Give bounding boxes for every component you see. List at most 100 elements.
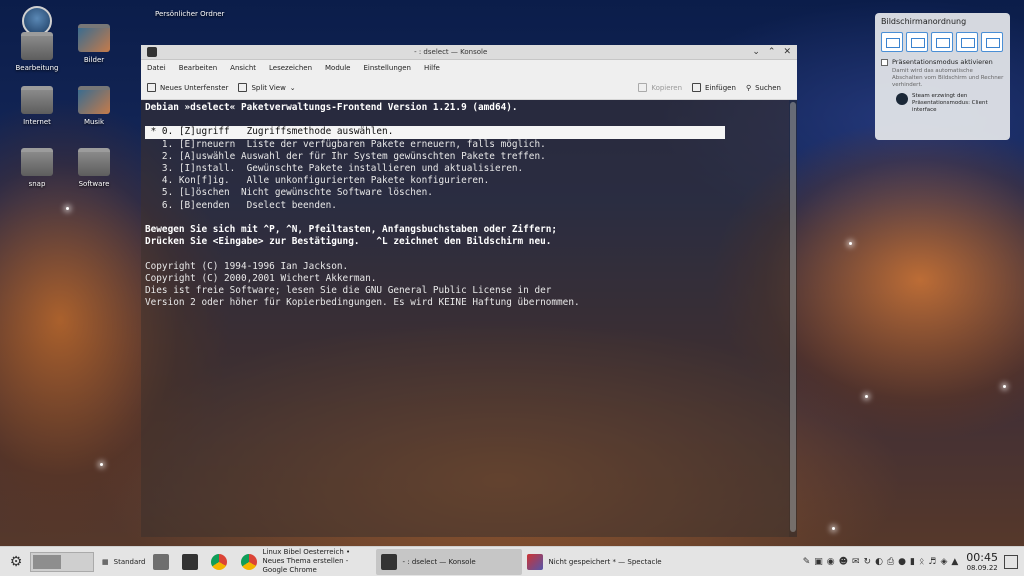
desktop-icon-label: Musik (83, 118, 105, 126)
menu-entry[interactable]: 2. [A]uswähle Auswahl der für Ihr System… (145, 151, 785, 163)
chrome-launcher[interactable] (207, 550, 236, 574)
virtual-desktop-pager[interactable] (30, 551, 94, 572)
new-tab-icon (147, 83, 156, 92)
menu-ansicht[interactable]: Ansicht (228, 64, 258, 72)
menu-bearbeiten[interactable]: Bearbeiten (177, 64, 219, 72)
presentation-mode-description: Damit wird das automatische Abschalten v… (892, 68, 1004, 88)
desktop-icon-bearbeitung[interactable]: Bearbeitung (7, 6, 67, 72)
terminal-output[interactable]: Debian »dselect« Paketverwaltungs-Fronte… (141, 100, 789, 537)
split-view-label: Split View (251, 83, 286, 92)
activity-switcher[interactable]: ▦ Standard (98, 550, 149, 574)
terminal-icon (182, 553, 199, 570)
desktop-icon-snap[interactable]: snap (7, 148, 67, 188)
help-line-1: Bewegen Sie sich mit ^P, ^N, Pfeiltasten… (145, 224, 558, 236)
copyright-line: Version 2 oder höher für Kopierbedingung… (145, 297, 580, 309)
menu-entry[interactable]: 5. [L]öschen Nicht gewünschte Software l… (145, 187, 785, 199)
application-launcher-icon[interactable]: ⚙ (6, 553, 26, 571)
tray-notifications-icon[interactable]: ● (898, 557, 906, 567)
taskbar: ⚙ ▦ Standard Linux Bibel Oesterreich • N… (0, 546, 1024, 576)
menu-hilfe[interactable]: Hilfe (422, 64, 442, 72)
menu-lesezeichen[interactable]: Lesezeichen (267, 64, 314, 72)
toolbar: Neues Unterfenster Split View ⌄ Kopieren… (141, 76, 797, 100)
terminal-header: Debian »dselect« Paketverwaltungs-Fronte… (145, 102, 518, 113)
help-line-2: Drücken Sie <Eingabe> zur Bestätigung. ^… (145, 236, 552, 248)
layout-option-icon[interactable] (881, 32, 903, 52)
desktop-icon-software[interactable]: Software (64, 148, 124, 188)
menu-entry[interactable]: 6. [B]eenden Dselect beenden. (145, 200, 785, 212)
star (1003, 385, 1006, 388)
tray-wifi-icon[interactable]: ◈ (940, 557, 947, 567)
paste-label: Einfügen (705, 83, 736, 92)
presentation-mode-label: Präsentationsmodus aktivieren (892, 58, 993, 66)
menu-einstellungen[interactable]: Einstellungen (361, 64, 412, 72)
paste-button[interactable]: Einfügen (692, 83, 736, 92)
task-konsole[interactable]: - : dselect — Konsole (376, 548, 523, 575)
tray-printer-icon[interactable]: ⎙ (887, 557, 894, 567)
menu-module[interactable]: Module (323, 64, 352, 72)
close-icon[interactable]: ✕ (783, 47, 791, 57)
menu-entry[interactable]: 4. Kon[f]ig. Alle unkonfigurierten Paket… (145, 175, 785, 187)
folder-icon (78, 148, 110, 176)
window-titlebar[interactable]: - : dselect — Konsole ⌄ ⌃ ✕ (141, 45, 797, 60)
copy-button[interactable]: Kopieren (638, 83, 682, 92)
menu-entry[interactable]: 1. [E]rneuern Liste der verfügbaren Pake… (145, 139, 785, 151)
star (865, 395, 868, 398)
desktop-icon-bilder[interactable]: Bilder (64, 24, 124, 64)
search-label: Suchen (755, 83, 781, 92)
konsole-window[interactable]: - : dselect — Konsole ⌄ ⌃ ✕ Datei Bearbe… (141, 45, 797, 537)
show-desktop-icon[interactable] (1004, 554, 1018, 569)
desktop-icon-label: Bilder (83, 56, 105, 64)
search-icon: ⚲ (745, 83, 752, 92)
tray-mail-icon[interactable]: ✉ (852, 557, 860, 567)
tray-updates-icon[interactable]: ↻ (864, 557, 872, 567)
desktop-icon-label: snap (28, 180, 46, 188)
layout-option-icon[interactable] (981, 32, 1003, 52)
layout-option-icon[interactable] (906, 32, 928, 52)
desktop-icon-internet[interactable]: Internet (7, 86, 67, 126)
window-title: - : dselect — Konsole (414, 48, 488, 56)
menubar: Datei Bearbeiten Ansicht Lesezeichen Mod… (141, 60, 797, 76)
menu-entry-selected[interactable]: * 0. [Z]ugriff Zugriffsmethode auswählen… (145, 126, 725, 139)
tray-battery-icon[interactable]: ▮ (910, 557, 915, 567)
tray-bluetooth-icon[interactable]: ᛟ (919, 557, 924, 567)
new-tab-label: Neues Unterfenster (160, 83, 229, 92)
tray-clipboard-icon[interactable]: ✎ (803, 557, 811, 567)
activity-icon: ▦ (102, 557, 109, 566)
chrome-icon (211, 553, 228, 570)
presentation-mode-row[interactable]: Präsentationsmodus aktivieren (881, 58, 1004, 66)
star (832, 527, 835, 530)
spectacle-icon (527, 553, 544, 570)
split-view-button[interactable]: Split View ⌄ (238, 83, 296, 92)
menu-entry[interactable]: 3. [I]nstall. Gewünschte Pakete installi… (145, 163, 785, 175)
maximize-icon[interactable]: ⌃ (768, 47, 776, 57)
task-spectacle[interactable]: Nicht gespeichert * — Spectacle (522, 549, 672, 575)
tray-display-icon[interactable]: ▣ (814, 557, 823, 567)
folder-music-icon (78, 86, 110, 114)
desktop-icon-musik[interactable]: Musik (64, 86, 124, 126)
minimize-icon[interactable]: ⌄ (752, 47, 760, 57)
activity-label: Standard (113, 557, 146, 566)
tray-volume-icon[interactable]: ♬ (928, 557, 936, 567)
copy-label: Kopieren (651, 83, 683, 92)
search-button[interactable]: ⚲ Suchen (746, 84, 781, 92)
steam-icon (896, 93, 908, 105)
tray-steam-icon[interactable]: ◉ (827, 557, 835, 567)
terminal-scrollbar[interactable] (789, 100, 797, 537)
digital-clock[interactable]: 00:45 08.09.22 (966, 551, 998, 572)
file-manager-launcher[interactable] (149, 550, 178, 574)
tray-expand-icon[interactable]: ▲ (951, 557, 958, 567)
folder-pictures-icon (78, 24, 110, 52)
tray-discord-icon[interactable]: ☻ (839, 557, 848, 567)
konsole-launcher[interactable] (178, 550, 207, 574)
tray-network-monitor-icon[interactable]: ◐ (875, 557, 883, 567)
new-tab-button[interactable]: Neues Unterfenster (147, 83, 228, 92)
layout-option-icon[interactable] (931, 32, 953, 52)
popup-title: Bildschirmanordnung (881, 17, 967, 26)
task-chrome[interactable]: Linux Bibel Oesterreich • Neues Thema er… (236, 548, 376, 575)
scrollbar-thumb[interactable] (790, 102, 796, 532)
folder-icon (21, 148, 53, 176)
presentation-mode-checkbox[interactable] (881, 59, 888, 66)
layout-option-icon[interactable] (956, 32, 978, 52)
chevron-down-icon: ⌄ (289, 83, 296, 92)
menu-datei[interactable]: Datei (145, 64, 168, 72)
